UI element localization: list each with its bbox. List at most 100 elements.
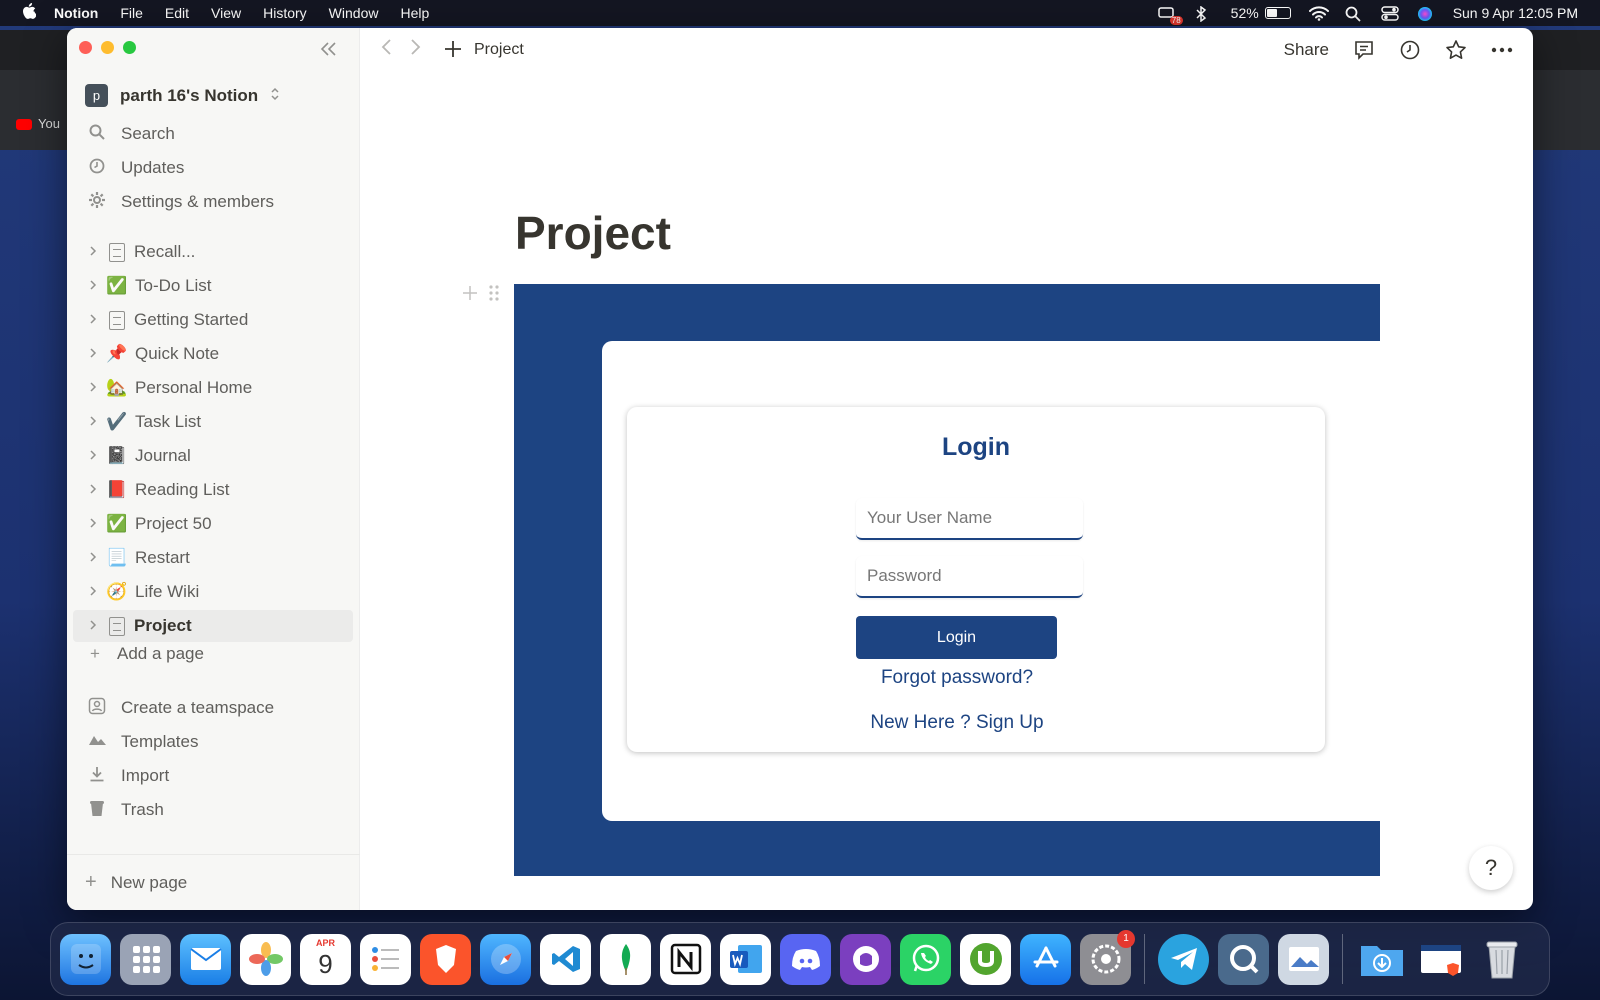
github-desktop-icon[interactable] [840,933,891,985]
menu-view[interactable]: View [211,5,241,21]
brave-browser-icon[interactable] [420,933,471,985]
page-emoji-icon: 📕 [106,480,128,499]
sidebar-search[interactable]: Search [73,118,353,150]
add-block-plus-icon[interactable] [462,284,478,308]
notification-status-icon[interactable]: 78 [1157,5,1183,25]
breadcrumb[interactable]: Project [474,41,524,59]
chevron-right-icon[interactable] [85,516,101,532]
login-button[interactable]: Login [856,616,1057,659]
maximize-window-button[interactable] [123,41,136,54]
favorite-star-icon[interactable] [1445,39,1467,61]
sidebar-page-recall[interactable]: Recall... [73,236,353,268]
safari-app-icon[interactable] [480,933,531,985]
signup-link[interactable]: New Here ? Sign Up [627,712,1287,734]
sidebar-page-reading-list[interactable]: 📕 Reading List [73,474,353,506]
chevron-right-icon[interactable] [85,550,101,566]
forward-arrow-icon[interactable] [410,38,422,62]
sidebar-page-to-do-list[interactable]: ✅ To-Do List [73,270,353,302]
sidebar-page-project-50[interactable]: ✅ Project 50 [73,508,353,540]
quicktime-app-icon[interactable] [1218,933,1269,985]
discord-app-icon[interactable] [780,933,831,985]
siri-icon[interactable] [1417,6,1435,21]
trash-dock-icon[interactable] [1476,934,1527,985]
downloads-folder-icon[interactable] [1356,934,1407,985]
telegram-app-icon[interactable] [1158,933,1209,985]
new-page-button[interactable]: + New page [67,854,360,910]
add-page-button[interactable]: + Add a page [73,638,353,670]
battery-status[interactable]: 52% [1231,5,1291,21]
menu-help[interactable]: Help [400,5,429,21]
launchpad-app-icon[interactable] [120,933,171,985]
reminders-app-icon[interactable] [360,933,411,985]
more-options-icon[interactable] [1491,39,1513,61]
chevron-right-icon[interactable] [85,482,101,498]
page-emoji-icon: 📓 [106,446,128,465]
chevron-right-icon[interactable] [85,618,101,634]
sidebar-page-label: Quick Note [135,344,220,363]
chevron-right-icon[interactable] [85,278,101,294]
username-input[interactable] [856,498,1083,540]
brave-window-thumbnail-icon[interactable] [1416,934,1467,985]
photos-app-icon[interactable] [240,933,291,985]
background-youtube-tab[interactable]: You [16,116,60,131]
utorrent-app-icon[interactable] [960,933,1011,985]
whatsapp-app-icon[interactable] [900,933,951,985]
control-center-icon[interactable] [1380,6,1399,21]
sidebar-page-quick-note[interactable]: 📌 Quick Note [73,338,353,370]
sidebar-page-personal-home[interactable]: 🏡 Personal Home [73,372,353,404]
finder-app-icon[interactable] [60,933,111,985]
spotlight-search-icon[interactable] [1345,6,1363,22]
history-clock-icon[interactable] [1399,39,1421,61]
menu-app-name[interactable]: Notion [54,5,98,21]
chevron-right-icon[interactable] [85,448,101,464]
forgot-password-link[interactable]: Forgot password? [627,667,1287,689]
settings-badge: 1 [1117,929,1135,948]
menu-history[interactable]: History [263,5,307,21]
chevron-right-icon[interactable] [85,414,101,430]
import-button[interactable]: Import [73,760,353,792]
sidebar-page-life-wiki[interactable]: 🧭 Life Wiki [73,576,353,608]
chevron-right-icon[interactable] [85,584,101,600]
chevron-right-icon[interactable] [85,312,101,328]
notion-app-icon[interactable] [660,933,711,985]
vscode-app-icon[interactable] [540,933,591,985]
back-arrow-icon[interactable] [380,38,392,62]
chevron-right-icon[interactable] [85,346,101,362]
system-settings-icon[interactable]: 1 [1080,929,1135,985]
preview-app-icon[interactable] [1278,933,1329,985]
app-store-icon[interactable] [1020,933,1071,985]
bluetooth-icon[interactable] [1195,5,1213,23]
menu-edit[interactable]: Edit [165,5,189,21]
mongodb-compass-icon[interactable] [600,933,651,985]
collapse-sidebar-icon[interactable] [318,40,338,60]
calendar-app-icon[interactable]: APR 9 [300,933,351,985]
trash-button[interactable]: Trash [73,794,353,826]
sidebar-settings[interactable]: Settings & members [73,186,353,218]
sidebar-page-task-list[interactable]: ✔️ Task List [73,406,353,438]
menubar-datetime[interactable]: Sun 9 Apr 12:05 PM [1453,5,1578,21]
help-button[interactable]: ? [1469,846,1513,890]
minimize-window-button[interactable] [101,41,114,54]
mail-app-icon[interactable] [180,933,231,985]
sidebar-page-getting-started[interactable]: Getting Started [73,304,353,336]
page-title[interactable]: Project [515,206,671,260]
wifi-icon[interactable] [1308,6,1329,21]
templates-button[interactable]: Templates [73,726,353,758]
share-button[interactable]: Share [1284,40,1329,60]
menu-window[interactable]: Window [329,5,379,21]
create-teamspace-button[interactable]: Create a teamspace [73,692,353,724]
workspace-switcher[interactable]: p parth 16's Notion [85,84,280,107]
word-app-icon[interactable] [720,933,771,985]
apple-menu-icon[interactable] [20,3,38,23]
sidebar-updates[interactable]: Updates [73,152,353,184]
chevron-right-icon[interactable] [85,244,101,260]
chevron-right-icon[interactable] [85,380,101,396]
new-tab-plus-icon[interactable] [444,40,462,61]
comments-icon[interactable] [1353,39,1375,61]
password-input[interactable] [856,556,1083,598]
close-window-button[interactable] [79,41,92,54]
menu-file[interactable]: File [120,5,143,21]
sidebar-page-restart[interactable]: 📃 Restart [73,542,353,574]
drag-handle-icon[interactable] [488,284,500,308]
sidebar-page-journal[interactable]: 📓 Journal [73,440,353,472]
